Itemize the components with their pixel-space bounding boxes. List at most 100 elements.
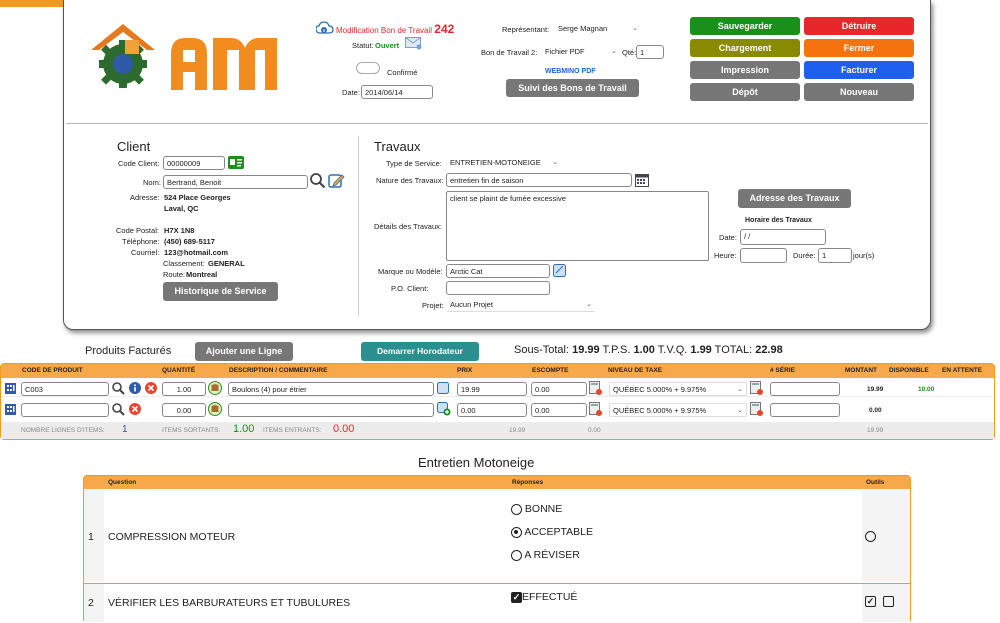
answer-bonne[interactable]: BONNE — [511, 503, 562, 515]
duree-input[interactable]: 1 — [818, 248, 852, 263]
answer-a-reviser[interactable]: A RÉVISER — [511, 549, 580, 561]
row2-serie-input[interactable] — [770, 403, 840, 417]
calculator-red-icon[interactable] — [750, 402, 763, 418]
row2-escompte-input[interactable]: 0.00 — [531, 403, 587, 417]
total-value: 22.98 — [755, 344, 783, 356]
row1-prix-input[interactable]: 19.99 — [457, 382, 527, 396]
row1-escompte-input[interactable]: 0.00 — [531, 382, 587, 396]
calculator-icon[interactable] — [5, 383, 16, 396]
cloud-info-icon[interactable] — [315, 21, 334, 37]
questionnaire-table: Question Réponses Outils 1 COMPRESSION M… — [83, 475, 911, 623]
type-service-select[interactable]: ENTRETIEN-MOTONEIGE ⌄ — [447, 156, 561, 170]
row2-taxe-select[interactable]: QUÉBEC 5.000% + 9.975% ⌄ — [609, 403, 747, 417]
details-textarea[interactable]: client se plaint de fumée excessive — [446, 191, 709, 261]
courriel-value: 123@hotmail.com — [164, 248, 228, 257]
search-icon[interactable] — [111, 381, 125, 397]
radio-icon[interactable] — [511, 503, 522, 515]
row2-description-input[interactable] — [228, 403, 434, 417]
box-icon[interactable] — [208, 402, 222, 418]
edit-icon[interactable] — [328, 172, 345, 191]
row1-description-input[interactable]: Boulons (4) pour étrier — [228, 382, 434, 396]
impression-button[interactable]: Impression — [690, 61, 800, 79]
add-note-icon[interactable] — [437, 402, 451, 418]
notes-icon[interactable] — [553, 264, 566, 279]
detruire-button[interactable]: Détruire — [804, 17, 914, 35]
items-entrants-value: 0.00 — [333, 423, 355, 435]
details-label: Détails des Travaux: — [374, 222, 442, 231]
tool-radio[interactable] — [865, 531, 876, 542]
historique-service-button[interactable]: Historique de Service — [163, 282, 278, 301]
email-icon[interactable] — [405, 37, 422, 52]
row2-qty-input[interactable]: 0.00 — [162, 403, 206, 417]
calculator-red-icon[interactable] — [589, 402, 602, 418]
confirme-toggle[interactable] — [356, 62, 380, 74]
radio-icon[interactable] — [865, 531, 876, 542]
depot-button[interactable]: Dépôt — [690, 83, 800, 101]
nom-input[interactable]: Bertrand, Benoit — [163, 175, 308, 189]
row2-prix-input[interactable]: 0.00 — [457, 403, 527, 417]
start-timer-button[interactable]: Demarrer Horodateur — [361, 342, 479, 361]
answer-acceptable[interactable]: ACCEPTABLE — [511, 526, 593, 538]
facturer-button[interactable]: Facturer — [804, 61, 914, 79]
question-1-text: COMPRESSION MOTEUR — [108, 531, 236, 543]
notes-icon[interactable] — [437, 382, 449, 396]
row2-montant: 0.00 — [869, 407, 882, 414]
delete-icon[interactable] — [145, 382, 157, 396]
total-label: TOTAL: — [714, 344, 753, 356]
row1-qty-input[interactable]: 1.00 — [162, 382, 206, 396]
box-icon[interactable] — [208, 381, 222, 397]
client-card-icon[interactable] — [228, 156, 244, 171]
checkbox-icon[interactable] — [883, 596, 894, 607]
classement-label: Classement: — [163, 259, 205, 268]
search-icon[interactable] — [309, 172, 326, 191]
calculator-red-icon[interactable] — [589, 381, 602, 397]
adresse-travaux-button[interactable]: Adresse des Travaux — [738, 189, 851, 208]
add-line-button[interactable]: Ajouter une Ligne — [195, 342, 293, 361]
chevron-down-icon: ⌄ — [737, 407, 743, 414]
qte-input[interactable]: 1 — [636, 45, 664, 59]
row1-code-input[interactable]: C003 — [21, 382, 109, 396]
date-input[interactable]: 2014/06/14 — [361, 85, 433, 99]
chevron-down-icon: ⌄ — [737, 386, 743, 393]
fermer-button[interactable]: Fermer — [804, 39, 914, 57]
calculator-icon[interactable] — [5, 404, 16, 417]
answer-effectue[interactable]: ✓ EFFECTUÉ — [511, 591, 577, 603]
tool-checkbox[interactable] — [883, 596, 894, 607]
radio-selected-icon[interactable] — [511, 526, 522, 538]
nature-input[interactable]: entretien fin de saison — [446, 173, 632, 187]
representant-select[interactable]: Serge Magnan ⌄ — [555, 22, 641, 36]
info-icon[interactable] — [129, 382, 141, 396]
nouveau-button[interactable]: Nouveau — [804, 83, 914, 101]
representant-value: Serge Magnan — [558, 24, 608, 33]
calendar-icon[interactable] — [635, 173, 649, 189]
sous-total-value: 19.99 — [572, 344, 600, 356]
row2-code-input[interactable] — [21, 403, 109, 417]
question-1-num: 1 — [88, 531, 94, 543]
marque-input[interactable]: Arctic Cat — [446, 264, 550, 278]
sauvegarder-button[interactable]: Sauvegarder — [690, 17, 800, 35]
row1-serie-input[interactable] — [770, 382, 840, 396]
checkbox-checked-icon[interactable]: ✓ — [511, 591, 522, 603]
bon-travail-select[interactable]: Fichier PDF ⌄ — [542, 45, 620, 59]
heure-input[interactable] — [740, 248, 787, 263]
delete-icon[interactable] — [129, 403, 141, 417]
answer-bonne-label: BONNE — [524, 503, 563, 515]
suivi-bons-button[interactable]: Suivi des Bons de Travail — [506, 79, 639, 97]
webmino-pdf-link[interactable]: WEBMINO PDF — [545, 68, 596, 75]
projet-select[interactable]: Aucun Projet ⌄ — [447, 298, 595, 312]
po-client-input[interactable] — [446, 281, 550, 295]
col-serie: # SÉRIE — [767, 364, 842, 378]
code-client-input[interactable]: 00000009 — [163, 156, 225, 170]
representant-label: Représentant: — [502, 25, 550, 34]
horaire-date-input[interactable]: / / — [740, 229, 826, 245]
col-code: CODE DE PRODUIT — [19, 364, 159, 378]
tool-checkbox-checked[interactable]: ✓ — [865, 596, 876, 607]
row1-taxe-select[interactable]: QUÉBEC 5.000% + 9.975% ⌄ — [609, 382, 747, 396]
calculator-red-icon[interactable] — [750, 381, 763, 397]
classement-value: GENERAL — [208, 259, 245, 268]
search-icon[interactable] — [111, 402, 125, 418]
checkbox-checked-icon[interactable]: ✓ — [865, 596, 876, 607]
route-value: Montreal — [186, 270, 218, 279]
radio-icon[interactable] — [511, 549, 522, 561]
chargement-button[interactable]: Chargement — [690, 39, 800, 57]
